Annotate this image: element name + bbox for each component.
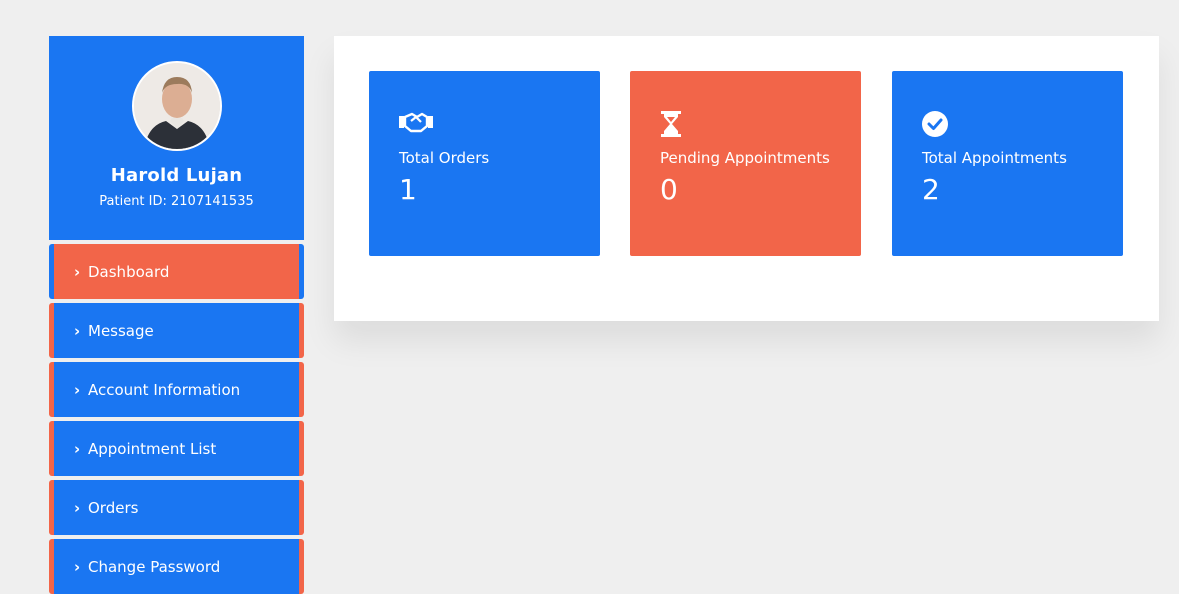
total-orders-card: Total Orders 1: [369, 71, 600, 256]
chevron-right-icon: ›: [74, 557, 81, 576]
card-label: Pending Appointments: [660, 149, 830, 167]
card-value: 0: [660, 173, 678, 206]
sidebar-item-appointment-list[interactable]: › Appointment List: [49, 421, 304, 476]
handshake-icon: [399, 111, 570, 139]
pending-appointments-card: Pending Appointments 0: [630, 71, 861, 256]
person-photo-icon: [133, 63, 220, 149]
card-value: 2: [922, 173, 940, 206]
chevron-right-icon: ›: [74, 262, 81, 281]
card-label: Total Appointments: [922, 149, 1067, 167]
chevron-right-icon: ›: [74, 380, 81, 399]
card-label: Total Orders: [399, 149, 490, 167]
sidebar-item-label: Orders: [88, 498, 139, 517]
patient-id: Patient ID: 2107141535: [99, 194, 254, 209]
check-circle-icon: [922, 111, 1093, 139]
chevron-right-icon: ›: [74, 321, 81, 340]
card-value: 1: [399, 173, 417, 206]
profile-name: Harold Lujan: [110, 165, 243, 186]
sidebar-item-label: Dashboard: [88, 262, 170, 281]
chevron-right-icon: ›: [74, 439, 81, 458]
sidebar-item-label: Change Password: [88, 557, 221, 576]
sidebar-item-dashboard[interactable]: › Dashboard: [49, 244, 304, 299]
hourglass-icon: [660, 111, 831, 139]
total-appointments-card: Total Appointments 2: [892, 71, 1123, 256]
sidebar: Harold Lujan Patient ID: 2107141535 › Da…: [49, 36, 304, 594]
sidebar-item-orders[interactable]: › Orders: [49, 480, 304, 535]
avatar: [131, 61, 222, 151]
profile-card: Harold Lujan Patient ID: 2107141535: [49, 36, 304, 240]
sidebar-item-label: Account Information: [88, 380, 241, 399]
sidebar-item-account-information[interactable]: › Account Information: [49, 362, 304, 417]
sidebar-item-label: Appointment List: [88, 439, 217, 458]
sidebar-item-message[interactable]: › Message: [49, 303, 304, 358]
dashboard-panel: Total Orders 1 Pending Appointments 0 To…: [334, 36, 1159, 321]
sidebar-item-change-password[interactable]: › Change Password: [49, 539, 304, 594]
sidebar-item-label: Message: [88, 321, 154, 340]
chevron-right-icon: ›: [74, 498, 81, 517]
